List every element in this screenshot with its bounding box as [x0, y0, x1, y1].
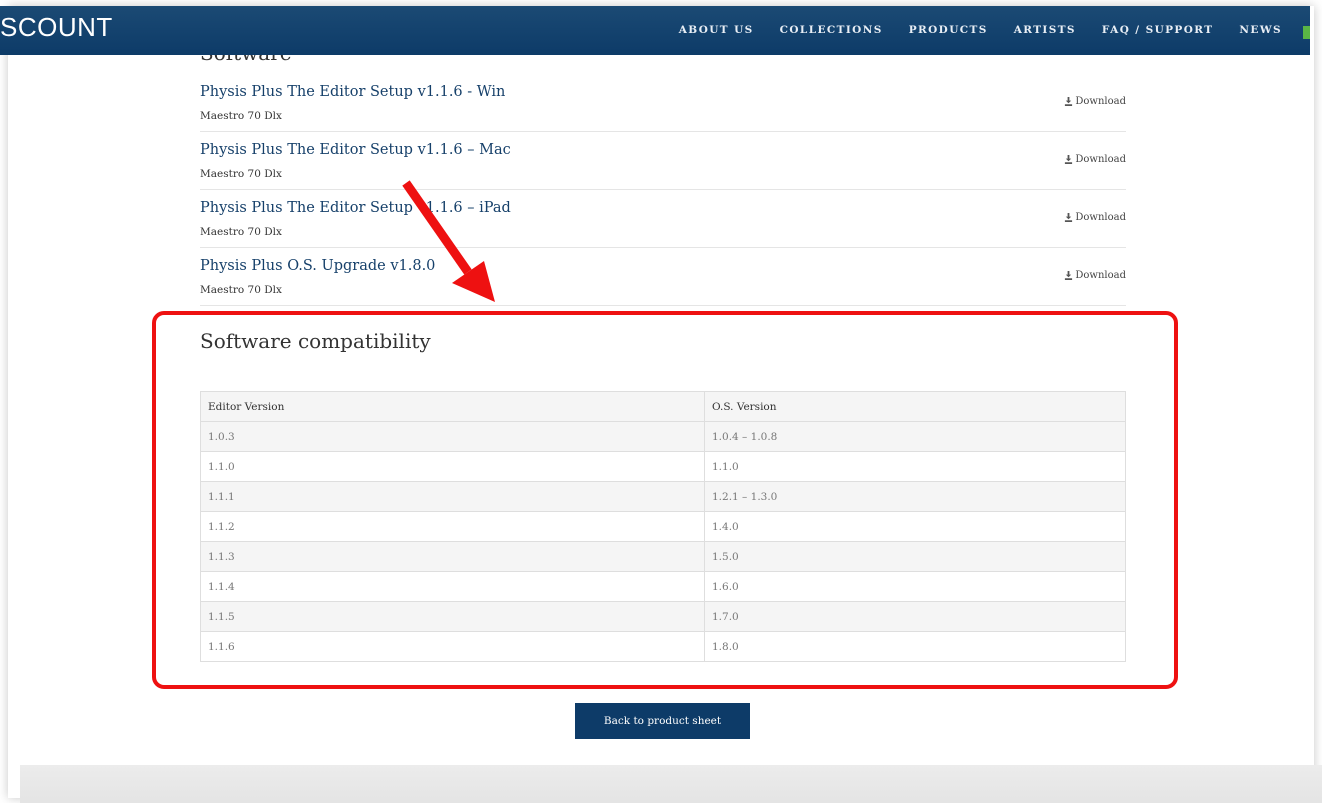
download-title-link[interactable]: Physis Plus The Editor Setup v1.1.6 - Wi…	[200, 84, 505, 100]
download-icon	[1065, 155, 1073, 164]
download-row: Physis Plus The Editor Setup v1.1.6 – iP…	[200, 190, 1126, 248]
download-title-link[interactable]: Physis Plus The Editor Setup v1.1.6 – Ma…	[200, 142, 511, 158]
download-label: Download	[1075, 96, 1126, 107]
footer-band	[20, 765, 1322, 803]
download-icon	[1065, 271, 1073, 280]
nav-item-products[interactable]: PRODUCTS	[909, 24, 988, 36]
main-nav: ABOUT US COLLECTIONS PRODUCTS ARTISTS FA…	[679, 24, 1282, 36]
download-product: Maestro 70 Dlx	[200, 226, 282, 238]
download-product: Maestro 70 Dlx	[200, 168, 282, 180]
download-button[interactable]: Download	[1064, 154, 1126, 165]
download-row: Physis Plus O.S. Upgrade v1.8.0 Maestro …	[200, 248, 1126, 306]
download-icon	[1065, 213, 1073, 222]
download-label: Download	[1075, 212, 1126, 223]
download-button[interactable]: Download	[1064, 212, 1126, 223]
nav-item-faq-support[interactable]: FAQ / SUPPORT	[1102, 24, 1214, 36]
nav-item-about-us[interactable]: ABOUT US	[679, 24, 754, 36]
nav-item-collections[interactable]: COLLECTIONS	[780, 24, 883, 36]
download-icon	[1065, 97, 1073, 106]
download-label: Download	[1075, 154, 1126, 165]
annotation-highlight-box	[152, 311, 1178, 689]
download-title-link[interactable]: Physis Plus The Editor Setup v1.1.6 – iP…	[200, 200, 511, 216]
download-row: Physis Plus The Editor Setup v1.1.6 - Wi…	[200, 74, 1126, 132]
site-logo[interactable]: SCOUNT	[0, 12, 113, 43]
nav-accent-marker	[1303, 26, 1310, 39]
nav-item-artists[interactable]: ARTISTS	[1014, 24, 1076, 36]
navbar: SCOUNT ABOUT US COLLECTIONS PRODUCTS ART…	[0, 6, 1310, 55]
download-button[interactable]: Download	[1064, 96, 1126, 107]
download-product: Maestro 70 Dlx	[200, 110, 282, 122]
download-label: Download	[1075, 270, 1126, 281]
download-button[interactable]: Download	[1064, 270, 1126, 281]
nav-item-news[interactable]: NEWS	[1239, 24, 1282, 36]
downloads-list: Physis Plus The Editor Setup v1.1.6 - Wi…	[200, 74, 1126, 306]
download-title-link[interactable]: Physis Plus O.S. Upgrade v1.8.0	[200, 258, 435, 274]
back-to-product-sheet-button[interactable]: Back to product sheet	[575, 703, 750, 739]
download-row: Physis Plus The Editor Setup v1.1.6 – Ma…	[200, 132, 1126, 190]
download-product: Maestro 70 Dlx	[200, 284, 282, 296]
